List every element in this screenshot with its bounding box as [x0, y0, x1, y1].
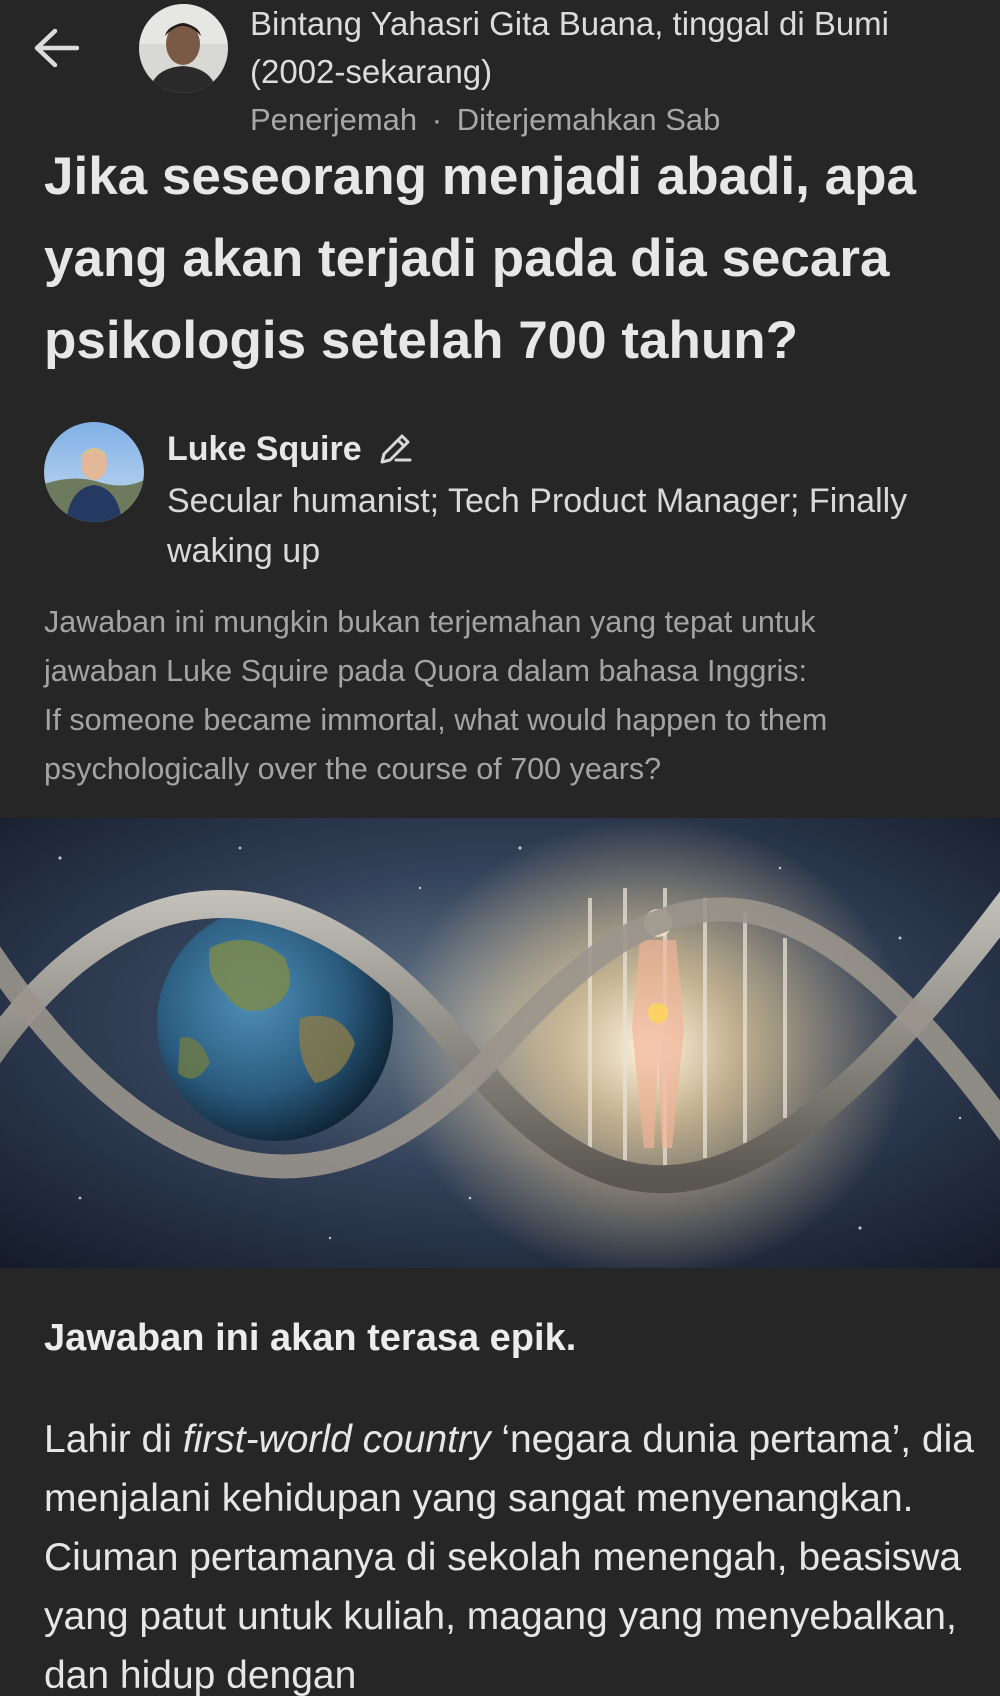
author-bio: Secular humanist; Tech Product Manager; … — [167, 482, 908, 570]
author-block: Luke Squire Secular humanist; Tech Produ… — [0, 420, 1000, 580]
answer-lead: Jawaban ini akan terasa epik. — [44, 1317, 577, 1359]
author-name-row: Luke Squire — [167, 426, 414, 472]
translator-role: Penerjemah — [250, 102, 418, 137]
back-button[interactable] — [28, 22, 84, 74]
answer-paragraph: Lahir di first-world country ‘negara dun… — [44, 1410, 984, 1696]
translator-name[interactable]: Bintang Yahasri Gita Buana, tinggal di B… — [250, 0, 970, 96]
answer-text-start: Lahir di — [44, 1418, 183, 1461]
author-avatar[interactable] — [44, 422, 144, 522]
translator-avatar[interactable] — [139, 4, 228, 93]
translation-note-line1: Jawaban ini mungkin bukan terjemahan yan… — [44, 605, 816, 639]
pen-icon — [380, 434, 412, 464]
translator-header: Bintang Yahasri Gita Buana, tinggal di B… — [0, 0, 1000, 140]
answer-italic-term: first-world country — [182, 1418, 491, 1461]
meta-separator: · — [431, 102, 443, 137]
translation-note-line2: jawaban Luke Squire pada Quora dalam bah… — [44, 654, 808, 688]
answer-hero-image — [0, 818, 1000, 1268]
author-name[interactable]: Luke Squire — [167, 426, 362, 472]
original-question-link[interactable]: If someone became immortal, what would h… — [44, 696, 974, 794]
arrow-left-icon — [34, 28, 79, 68]
translation-note: Jawaban ini mungkin bukan terjemahan yan… — [44, 598, 974, 794]
translated-label[interactable]: Diterjemahkan Sab — [457, 102, 721, 137]
question-title[interactable]: Jika seseorang menjadi abadi, apa yang a… — [44, 136, 974, 382]
